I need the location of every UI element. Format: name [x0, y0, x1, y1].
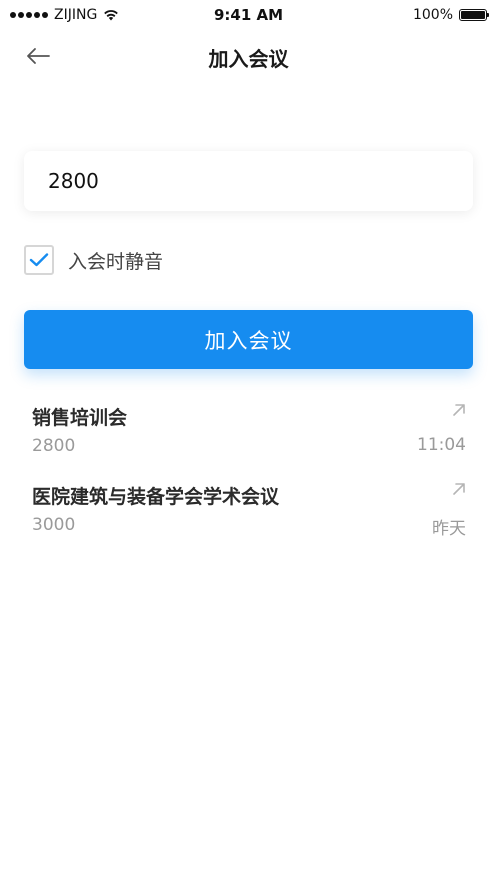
- history-item-number: 3000: [32, 515, 76, 535]
- status-bar: ZIJING 9:41 AM 100%: [0, 0, 497, 30]
- carrier-name: ZIJING: [54, 7, 98, 23]
- arrow-left-icon: [27, 48, 50, 64]
- signal-strength-icon: [10, 12, 48, 18]
- history-item[interactable]: 销售培训会 2800 11:04: [32, 397, 468, 476]
- mute-on-join-label: 入会时静音: [68, 250, 164, 273]
- history-item-time: 昨天: [432, 519, 466, 539]
- meeting-number-field-container: [24, 151, 473, 211]
- arrow-up-right-icon[interactable]: [450, 480, 468, 498]
- battery-level: [461, 11, 485, 19]
- meeting-history-list: 销售培训会 2800 11:04 医院建筑与装备学会学术会议 3000 昨天: [32, 397, 468, 555]
- status-right: 100%: [412, 7, 489, 23]
- join-meeting-button[interactable]: 加入会议: [24, 310, 473, 369]
- mute-on-join-checkbox[interactable]: [24, 245, 54, 275]
- mute-on-join-row[interactable]: 入会时静音: [24, 245, 163, 275]
- arrow-up-right-icon[interactable]: [450, 401, 468, 419]
- page-title: 加入会议: [208, 46, 289, 71]
- meeting-number-input[interactable]: [46, 168, 451, 194]
- back-button[interactable]: [22, 40, 54, 72]
- history-item-title: 销售培训会: [32, 407, 128, 429]
- checkmark-icon: [29, 253, 49, 267]
- battery-icon: [459, 9, 489, 21]
- status-left: ZIJING: [10, 7, 119, 23]
- history-item-number: 2800: [32, 436, 76, 456]
- history-item[interactable]: 医院建筑与装备学会学术会议 3000 昨天: [32, 476, 468, 555]
- battery-percent: 100%: [412, 7, 453, 23]
- history-item-time: 11:04: [417, 435, 466, 455]
- history-item-title: 医院建筑与装备学会学术会议: [32, 486, 280, 508]
- navigation-bar: 加入会议: [0, 30, 497, 84]
- wifi-icon: [104, 10, 119, 21]
